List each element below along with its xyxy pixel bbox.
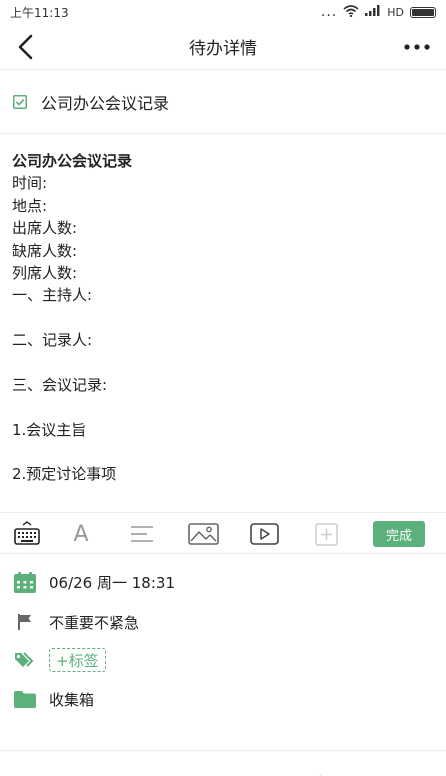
note-heading: 公司办公会议记录 <box>12 152 133 170</box>
keyboard-icon <box>14 521 40 545</box>
done-button[interactable]: 完成 <box>373 521 425 547</box>
note-line: 列席人数: <box>12 263 78 282</box>
note-line <box>12 352 432 374</box>
note-line: 缺席人数: <box>12 241 78 260</box>
menu-nav-button[interactable] <box>121 768 135 776</box>
image-icon <box>187 523 219 545</box>
back-nav-button[interactable] <box>309 768 323 776</box>
priority-row[interactable]: 不重要不紧急 <box>0 604 446 640</box>
note-line: 三、会议记录: <box>12 375 108 394</box>
todo-title-row: 公司办公会议记录 <box>0 70 446 134</box>
note-fade <box>0 492 446 512</box>
note-content[interactable]: 公司办公会议记录 时间: 地点: 出席人数: 缺席人数: 列席人数: 一、主持人: 二、记录人… <box>12 150 432 512</box>
status-indicators: ... HD <box>321 4 436 20</box>
list-name-text: 收集箱 <box>49 690 95 709</box>
insert-video-button[interactable] <box>249 519 279 549</box>
status-bar: 上午11:13 ... HD <box>0 0 446 24</box>
status-dots: ... <box>320 4 338 20</box>
network-type: HD <box>387 5 404 19</box>
page-title: 待办详情 <box>189 39 257 59</box>
battery-icon <box>410 6 436 18</box>
note-line: 2.预定讨论事项 <box>12 465 117 484</box>
home-nav-button[interactable] <box>214 768 228 776</box>
video-icon <box>249 523 279 545</box>
note-line <box>12 441 432 463</box>
note-line: 二、记录人: <box>12 331 93 350</box>
tag-icon <box>13 648 37 672</box>
font-style-button[interactable]: A <box>70 519 92 549</box>
folder-icon <box>13 687 37 711</box>
insert-image-button[interactable] <box>187 519 219 549</box>
tag-row: +标签 <box>0 642 446 678</box>
more-button[interactable] <box>400 32 434 62</box>
more-dots-icon <box>404 44 430 50</box>
header: 待办详情 <box>0 24 446 70</box>
wifi-icon <box>343 4 359 20</box>
note-line: 一、主持人: <box>12 286 93 305</box>
signal-icon <box>365 5 381 19</box>
back-button[interactable] <box>10 32 40 62</box>
priority-text: 不重要不紧急 <box>49 613 140 632</box>
insert-more-button[interactable] <box>314 519 338 549</box>
due-date-text: 06/26 周一 18:31 <box>49 573 175 592</box>
list-row[interactable]: 收集箱 <box>0 681 446 717</box>
system-nav-bar <box>0 751 446 776</box>
align-button[interactable] <box>129 519 155 549</box>
note-line: 时间: <box>12 174 48 193</box>
align-lines-icon <box>131 526 153 542</box>
calendar-icon <box>13 570 37 594</box>
todo-checkbox[interactable] <box>13 94 27 109</box>
status-time: 上午11:13 <box>10 5 69 20</box>
note-line: 地点: <box>12 196 48 215</box>
checkbox-checked-icon <box>13 94 27 109</box>
editor-toolbar: A 完成 <box>0 512 446 554</box>
note-line: 出席人数: <box>12 219 78 238</box>
keyboard-button[interactable] <box>13 519 41 549</box>
plus-box-icon <box>314 522 338 546</box>
back-arrow-icon <box>18 34 33 60</box>
note-line <box>12 396 432 418</box>
flag-icon <box>13 610 37 634</box>
font-style-icon: A <box>73 521 89 547</box>
note-line <box>12 307 432 329</box>
due-date-row[interactable]: 06/26 周一 18:31 <box>0 564 446 600</box>
add-tag-button[interactable]: +标签 <box>49 648 106 672</box>
todo-title[interactable]: 公司办公会议记录 <box>41 90 169 114</box>
note-line: 1.会议主旨 <box>12 420 87 439</box>
